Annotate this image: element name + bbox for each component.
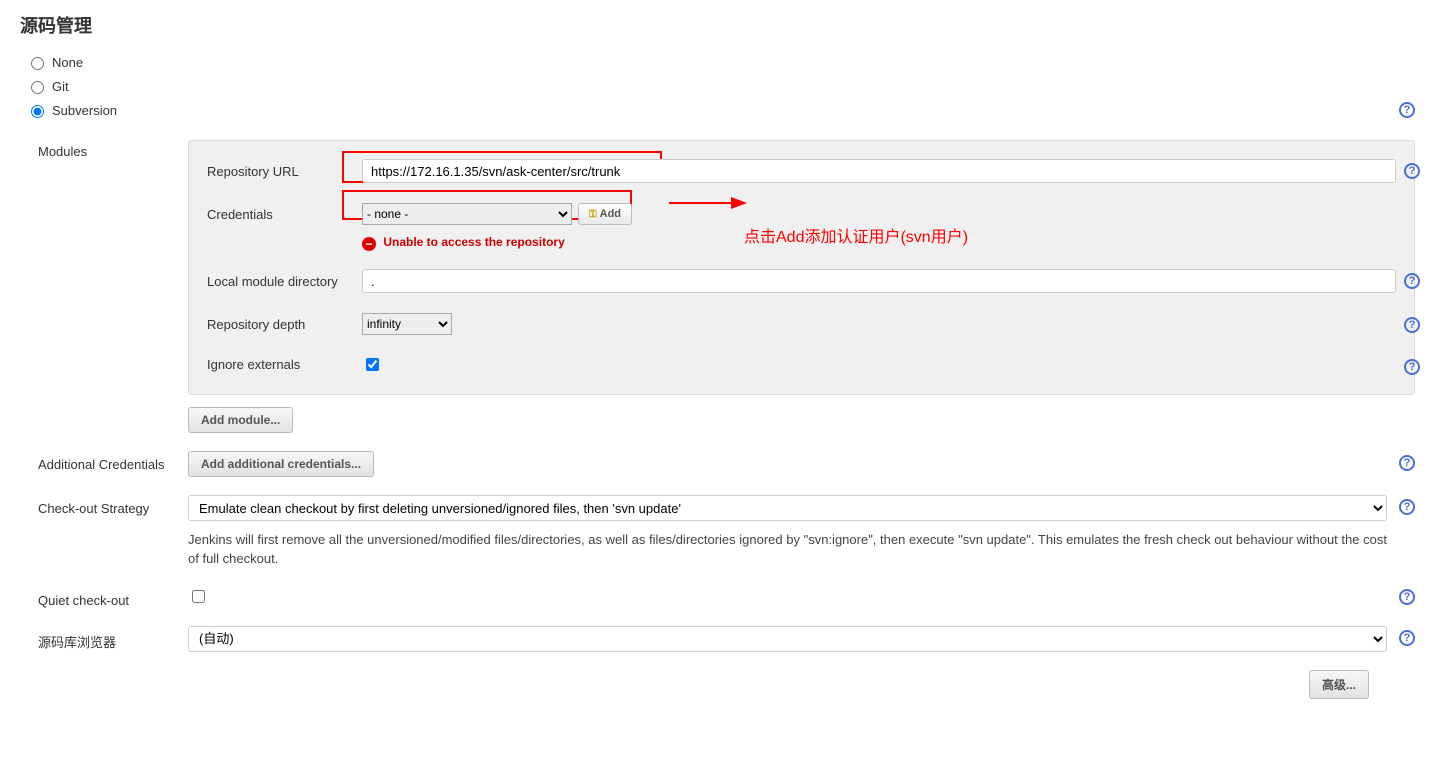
help-icon[interactable]: ? bbox=[1404, 273, 1420, 289]
error-icon: − bbox=[362, 237, 376, 251]
ignore-externals-checkbox[interactable] bbox=[366, 358, 379, 371]
help-icon[interactable]: ? bbox=[1404, 163, 1420, 179]
checkout-strategy-select[interactable]: Emulate clean checkout by first deleting… bbox=[188, 495, 1387, 521]
help-icon[interactable]: ? bbox=[1399, 499, 1415, 515]
quiet-checkout-checkbox[interactable] bbox=[192, 590, 205, 603]
checkout-strategy-description: Jenkins will first remove all the unvers… bbox=[188, 531, 1387, 569]
repository-error-text: Unable to access the repository bbox=[383, 235, 564, 249]
scm-radio-git-label: Git bbox=[52, 79, 69, 94]
help-icon[interactable]: ? bbox=[1399, 630, 1415, 646]
repository-url-label: Repository URL bbox=[207, 164, 362, 179]
modules-label: Modules bbox=[38, 140, 188, 159]
repository-url-input[interactable] bbox=[362, 159, 1396, 183]
help-icon[interactable]: ? bbox=[1404, 317, 1420, 333]
help-icon[interactable]: ? bbox=[1399, 589, 1415, 605]
local-module-dir-label: Local module directory bbox=[207, 274, 362, 289]
local-module-dir-input[interactable] bbox=[362, 269, 1396, 293]
repository-depth-label: Repository depth bbox=[207, 317, 362, 332]
add-module-button[interactable]: Add module... bbox=[188, 407, 293, 433]
repository-error: − Unable to access the repository bbox=[362, 235, 1396, 251]
additional-credentials-label: Additional Credentials bbox=[38, 451, 188, 472]
add-credentials-button-label: Add bbox=[600, 208, 621, 220]
scm-radio-subversion[interactable] bbox=[31, 105, 44, 118]
key-icon: ⚿ bbox=[589, 209, 597, 220]
repository-depth-select[interactable]: infinity bbox=[362, 313, 452, 335]
scm-radio-git[interactable] bbox=[31, 81, 44, 94]
help-icon[interactable]: ? bbox=[1404, 359, 1420, 375]
add-credentials-button[interactable]: ⚿ Add bbox=[578, 203, 632, 225]
scm-radio-none[interactable] bbox=[31, 57, 44, 70]
page-title: 源码管理 bbox=[20, 12, 1415, 38]
ignore-externals-label: Ignore externals bbox=[207, 357, 362, 372]
scm-radio-none-label: None bbox=[52, 55, 83, 70]
credentials-select[interactable]: - none - bbox=[362, 203, 572, 225]
scm-radio-subversion-label: Subversion bbox=[52, 103, 117, 118]
credentials-label: Credentials bbox=[207, 207, 362, 222]
help-icon[interactable]: ? bbox=[1399, 102, 1415, 118]
module-panel: SVN地址 点击Add添加认证用户(svn用户) Repository URL … bbox=[188, 140, 1415, 395]
advanced-button[interactable]: 高级... bbox=[1309, 670, 1369, 699]
add-additional-credentials-button[interactable]: Add additional credentials... bbox=[188, 451, 374, 477]
help-icon[interactable]: ? bbox=[1399, 455, 1415, 471]
repo-browser-label: 源码库浏览器 bbox=[38, 626, 188, 651]
repo-browser-select[interactable]: (自动) bbox=[188, 626, 1387, 652]
quiet-checkout-label: Quiet check-out bbox=[38, 587, 188, 608]
checkout-strategy-label: Check-out Strategy bbox=[38, 495, 188, 516]
